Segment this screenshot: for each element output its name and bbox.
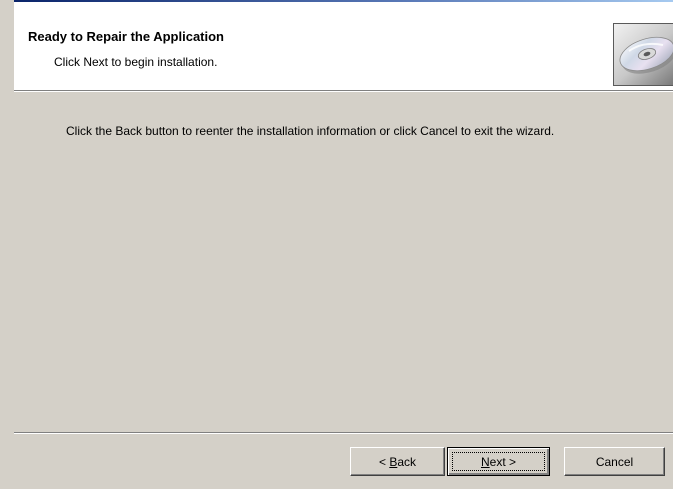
cd-disc-icon xyxy=(613,23,673,86)
next-mnemonic: N xyxy=(480,454,490,469)
footer-separator xyxy=(14,432,673,434)
header-separator xyxy=(14,90,673,92)
back-button[interactable]: < Back xyxy=(350,447,445,476)
next-rest: ext > xyxy=(489,454,517,469)
installer-wizard-window: Ready to Repair the Application Click Ne… xyxy=(0,0,673,489)
instruction-text: Click the Back button to reenter the ins… xyxy=(66,124,555,138)
back-button-label: < Back xyxy=(379,455,416,469)
next-button[interactable]: Next > xyxy=(447,447,550,476)
page-subtitle: Click Next to begin installation. xyxy=(54,55,218,69)
cancel-button-label: Cancel xyxy=(595,454,634,469)
back-prefix: < xyxy=(378,454,390,469)
page-title: Ready to Repair the Application xyxy=(28,29,224,44)
cancel-button[interactable]: Cancel xyxy=(564,447,665,476)
back-rest: ack xyxy=(397,454,417,469)
header-banner: Ready to Repair the Application Click Ne… xyxy=(14,2,673,90)
next-button-label: Next > xyxy=(481,455,516,469)
